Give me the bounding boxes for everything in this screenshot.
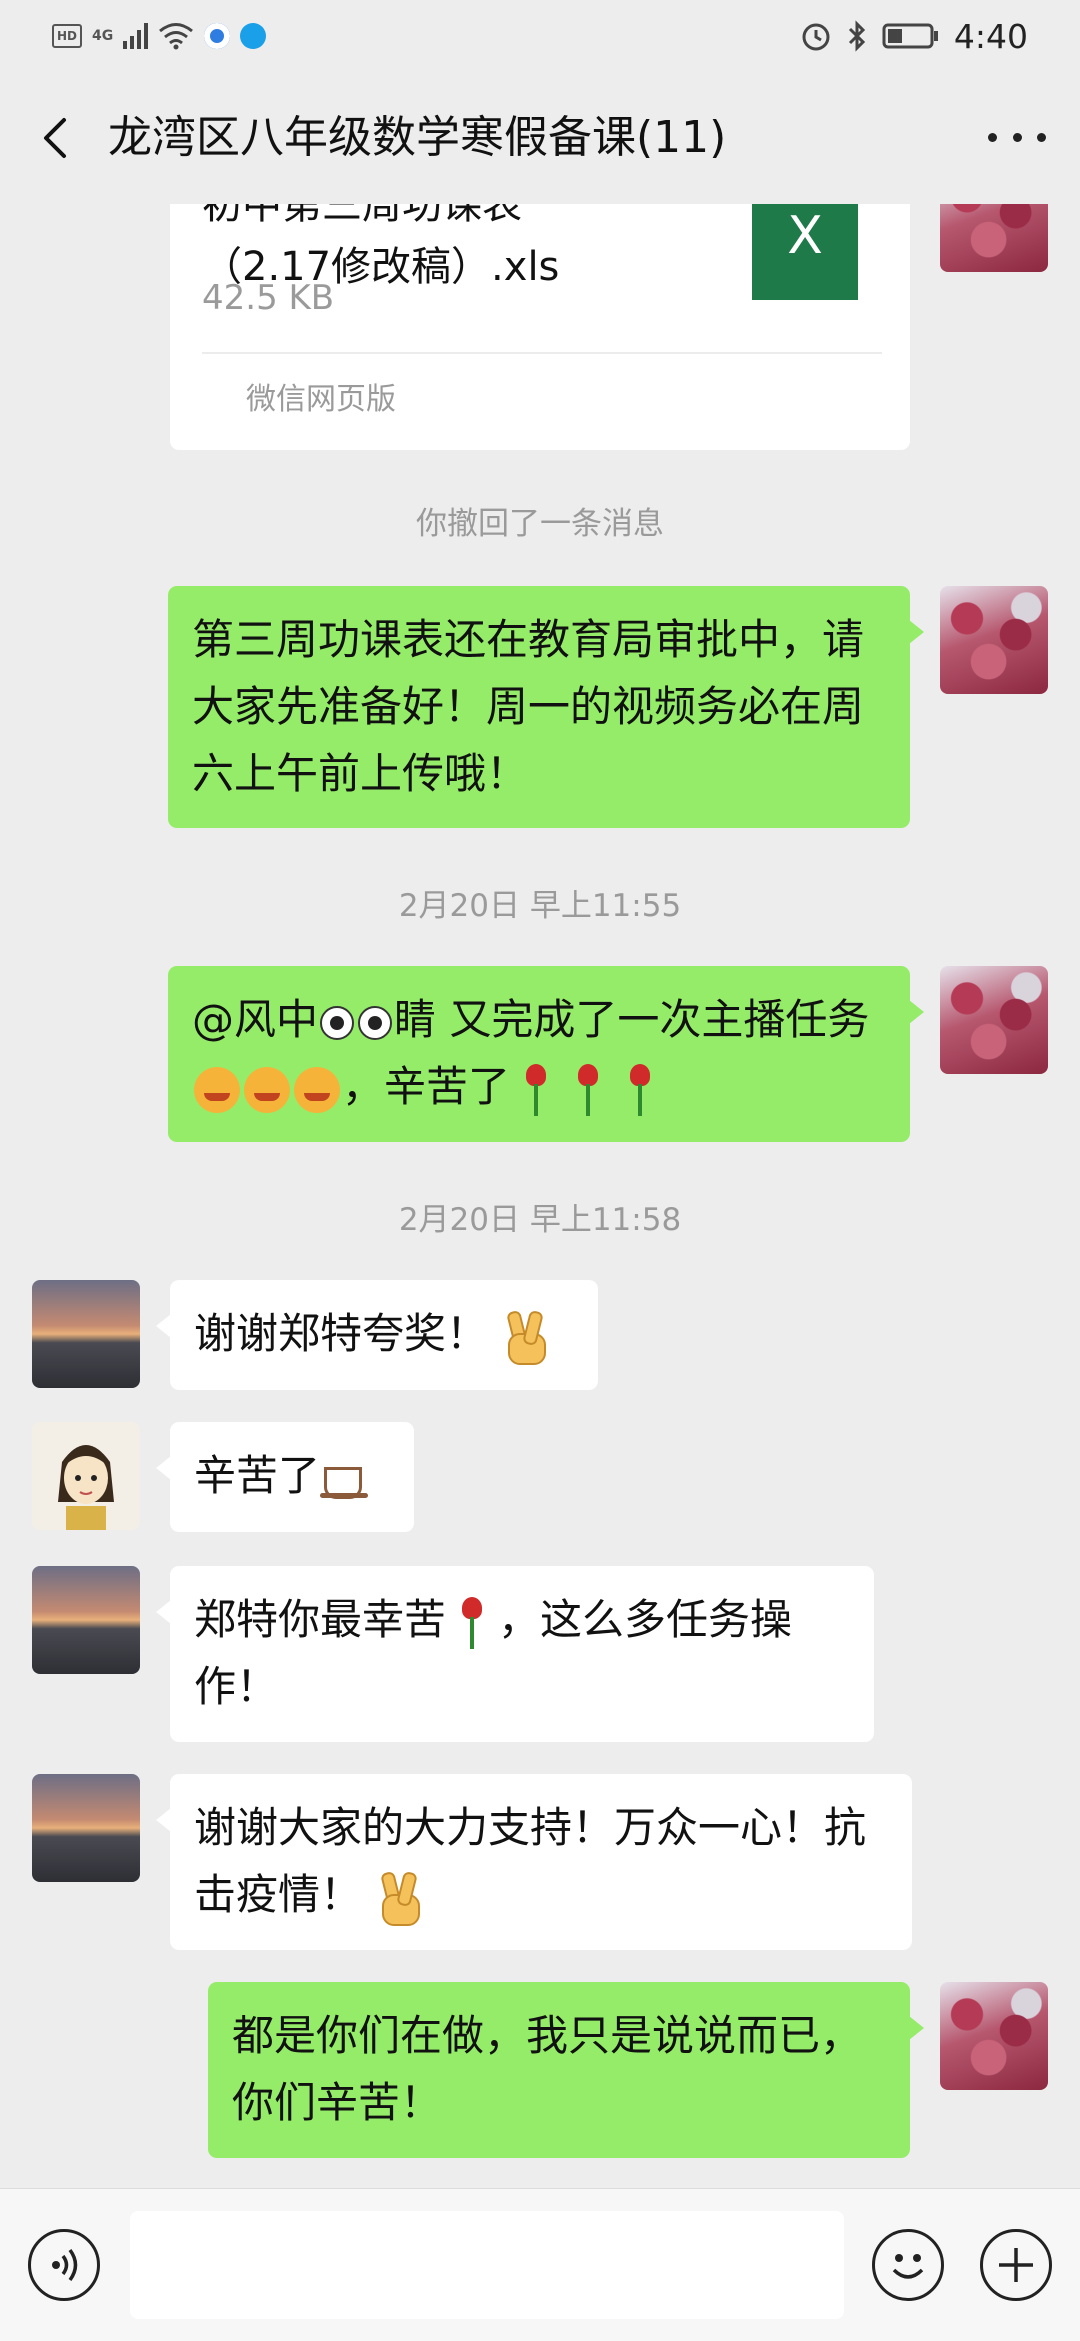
message-bubble-sent[interactable]: 都是你们在做，我只是说说而已，你们辛苦！ [208, 1982, 924, 2158]
signal-icon [123, 23, 149, 49]
plus-icon [999, 2248, 1033, 2282]
browser-notification-icon [240, 23, 267, 49]
status-bar: HD 4G 4:40 [0, 0, 1080, 72]
avatar[interactable] [940, 586, 1048, 694]
avatar[interactable] [32, 1422, 140, 1530]
network-type: 4G [92, 28, 114, 44]
avatar[interactable] [940, 966, 1048, 1074]
timestamp: 2月20日 早上11:55 [398, 888, 682, 924]
message-bubble-sent[interactable]: @风中睛 又完成了一次主播任务，辛苦了 [168, 966, 924, 1142]
bluetooth-icon [848, 20, 866, 52]
battery-icon [882, 23, 938, 49]
yawn-emoji-icon [194, 1066, 240, 1113]
smiley-icon [892, 2254, 924, 2279]
rose-emoji-icon [516, 1063, 556, 1116]
excel-file-icon: X [752, 204, 858, 300]
victory-hand-icon [502, 1309, 548, 1365]
message-bubble-received[interactable]: 谢谢郑特夸奖！ [156, 1280, 598, 1390]
avatar[interactable] [32, 1280, 140, 1388]
voice-input-button[interactable] [28, 2229, 100, 2301]
file-message[interactable]: 初中第三周功课表（2.17修改稿）.xls 42.5 KB X 微信网页版 [170, 204, 910, 450]
status-left: HD 4G [52, 20, 267, 52]
timestamp: 2月20日 早上11:58 [398, 1202, 682, 1238]
chat-header: 龙湾区八年级数学寒假备课(11) [0, 72, 1080, 204]
clock: 4:40 [953, 16, 1028, 56]
message-bubble-received[interactable]: 辛苦了 [156, 1422, 414, 1532]
file-source: 微信网页版 [246, 382, 396, 417]
emoji-button[interactable] [872, 2229, 944, 2301]
coffee-emoji-icon [320, 1459, 370, 1499]
rose-emoji-icon [452, 1596, 492, 1649]
chat-title: 龙湾区八年级数学寒假备课(11) [108, 112, 727, 163]
avatar[interactable] [32, 1774, 140, 1882]
avatar[interactable] [32, 1566, 140, 1674]
rose-emoji-icon [568, 1063, 608, 1116]
wifi-icon [159, 23, 194, 50]
message-bubble-received[interactable]: 郑特你最幸苦 ，这么多任务操作！ [156, 1566, 874, 1742]
more-features-button[interactable] [980, 2229, 1052, 2301]
more-options-icon[interactable] [988, 112, 1046, 162]
hd-icon: HD [52, 24, 82, 48]
message-input[interactable] [130, 2211, 844, 2319]
input-bar [0, 2188, 1080, 2341]
alarm-icon [802, 23, 830, 51]
message-bubble-sent[interactable]: 第三周功课表还在教育局审批中，请大家先准备好！周一的视频务必在周六上午前上传哦！ [168, 586, 924, 828]
rose-emoji-icon [620, 1063, 660, 1116]
avatar[interactable] [940, 1982, 1048, 2090]
message-list[interactable]: 初中第三周功课表（2.17修改稿）.xls 42.5 KB X 微信网页版 你撤… [0, 204, 1080, 2188]
yawn-emoji-icon [294, 1066, 340, 1113]
app-notification-icon [204, 23, 231, 49]
recall-notice: 你撤回了一条消息 [416, 506, 664, 542]
eyes-emoji-icon [318, 1004, 394, 1042]
yawn-emoji-icon [244, 1066, 290, 1113]
status-right: 4:40 [800, 16, 1028, 56]
victory-hand-icon [376, 1870, 422, 1926]
divider [202, 352, 882, 354]
avatar[interactable] [940, 204, 1048, 272]
back-arrow-icon[interactable] [30, 110, 86, 166]
voice-icon [52, 2248, 78, 2282]
file-size: 42.5 KB [202, 278, 335, 318]
message-bubble-received[interactable]: 谢谢大家的大力支持！万众一心！抗击疫情！ [156, 1774, 912, 1950]
